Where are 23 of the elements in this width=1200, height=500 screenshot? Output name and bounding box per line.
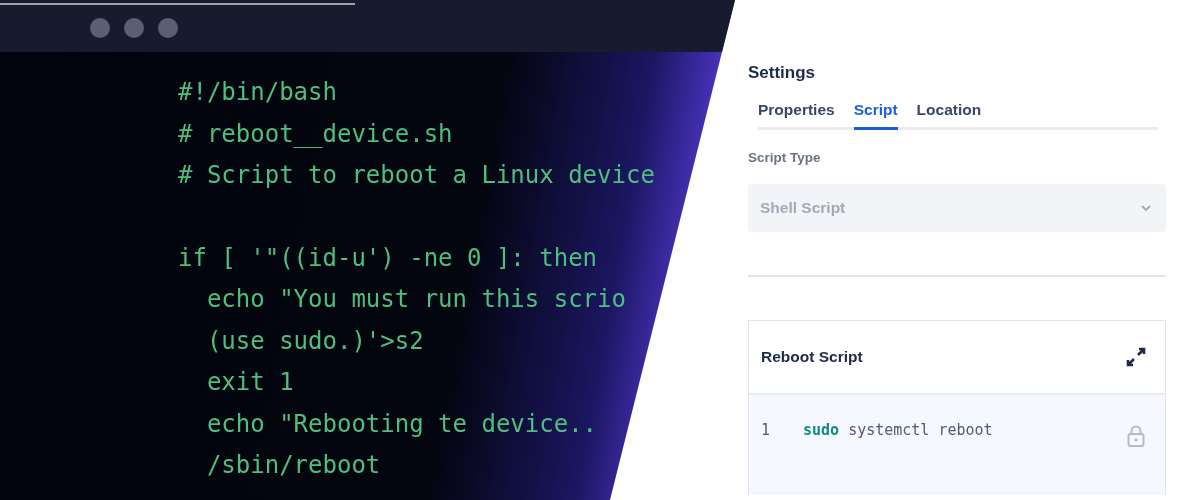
window-dot <box>158 17 178 38</box>
tab[interactable]: Location <box>916 97 982 130</box>
line-number: 1 <box>761 420 772 441</box>
code-line: #!/bin/bash <box>178 77 337 108</box>
code-text: systemctl reboot <box>848 420 993 441</box>
code-line: echo "Rebooting te device.. <box>205 408 598 440</box>
code-line: exit 1 <box>205 367 294 398</box>
tab[interactable]: Script <box>853 97 898 130</box>
code-line: # Script to reboot a Linux device <box>178 160 655 191</box>
window-dot <box>90 17 110 38</box>
code-line: echo "You must run this scrio <box>205 284 626 315</box>
field-label: Script Type <box>748 148 822 167</box>
editor-title: Reboot Script <box>761 347 863 368</box>
code-line: if [ '"((id-u') -ne 0 ]: then <box>178 242 598 274</box>
code-line: # reboot__device.sh <box>178 118 453 150</box>
panel-title: Settings <box>748 62 817 84</box>
window-dot <box>124 17 144 38</box>
tab[interactable]: Properties <box>758 97 835 130</box>
code-keyword: sudo <box>803 420 840 441</box>
code-line: /sbin/reboot <box>205 450 381 481</box>
expand-icon[interactable] <box>1125 346 1147 368</box>
chevron-icon <box>1140 204 1152 212</box>
code-line: (use sudo.)'>s2 <box>205 325 424 357</box>
